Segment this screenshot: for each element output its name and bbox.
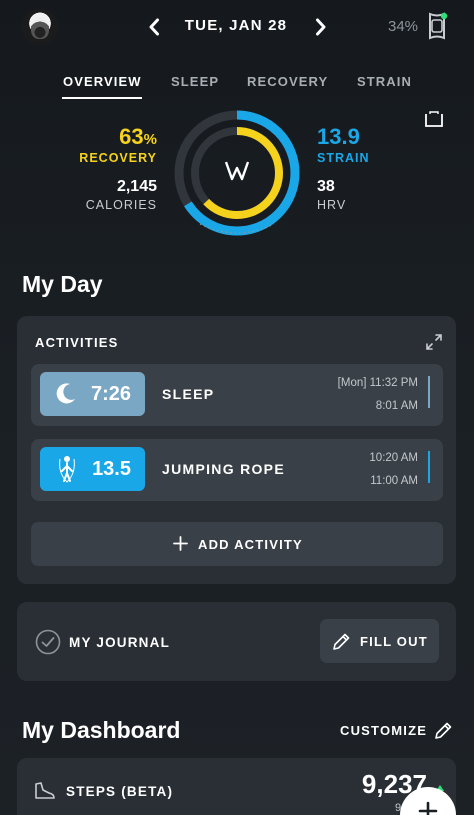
- tab-overview[interactable]: OVERVIEW: [63, 74, 142, 89]
- sleep-badge: 7:26: [40, 372, 145, 416]
- fill-out-label: FILL OUT: [360, 634, 428, 649]
- avatar[interactable]: [22, 9, 58, 45]
- tab-bar: OVERVIEW SLEEP RECOVERY STRAIN: [0, 74, 474, 98]
- plus-icon: [173, 536, 188, 551]
- activity-name: SLEEP: [162, 386, 215, 402]
- strain-badge: 13.5: [40, 447, 145, 491]
- strap-battery-icon[interactable]: [426, 11, 448, 41]
- activity-time-bar: [428, 451, 430, 483]
- recovery-label: RECOVERY: [79, 151, 157, 165]
- jump-rope-icon: [59, 456, 75, 483]
- activity-row-sleep[interactable]: 7:26 SLEEP [Mon] 11:32 PM 8:01 AM: [31, 364, 443, 426]
- activity-time-bar: [428, 376, 430, 408]
- activity-strain-value: 13.5: [92, 458, 131, 480]
- next-day-button[interactable]: [310, 14, 332, 40]
- avatar-face: [31, 17, 49, 39]
- chevron-right-icon: [316, 18, 326, 36]
- sleep-duration: 7:26: [90, 383, 131, 405]
- customize-button[interactable]: CUSTOMIZE: [340, 723, 427, 738]
- activity-start-time: 10:20 AM: [369, 452, 418, 464]
- strap-battery-percent: 34%: [388, 18, 419, 35]
- activities-label: ACTIVITIES: [35, 335, 119, 350]
- chevron-left-icon: [149, 18, 159, 36]
- strain-value[interactable]: 13.9: [317, 124, 360, 150]
- active-tab-indicator: [62, 97, 142, 99]
- activity-row-jumping-rope[interactable]: 13.5 JUMPING ROPE 10:20 AM 11:00 AM: [31, 439, 443, 501]
- recovery-number: 63: [119, 124, 144, 149]
- pencil-icon: [333, 633, 350, 650]
- hrv-label: HRV: [317, 198, 347, 212]
- fill-out-button[interactable]: FILL OUT: [320, 619, 439, 663]
- my-dashboard-title: My Dashboard: [22, 717, 181, 743]
- share-icon[interactable]: [424, 110, 444, 128]
- recovery-strain-rings[interactable]: [170, 106, 304, 240]
- add-activity-label: ADD ACTIVITY: [198, 537, 303, 552]
- shoe-icon: [35, 782, 55, 799]
- customize-pencil-icon[interactable]: [434, 721, 453, 740]
- journal-label: MY JOURNAL: [69, 635, 171, 650]
- current-date[interactable]: TUE, JAN 28: [160, 17, 312, 34]
- my-day-title: My Day: [22, 271, 103, 297]
- hrv-value: 38: [317, 178, 335, 195]
- activity-end-time: 8:01 AM: [375, 400, 418, 412]
- activity-end-time: 11:00 AM: [370, 475, 418, 487]
- steps-label: STEPS (BETA): [66, 784, 174, 799]
- recovery-unit: %: [143, 131, 157, 148]
- tab-strain[interactable]: STRAIN: [357, 74, 412, 89]
- moon-icon: [56, 383, 75, 404]
- expand-icon[interactable]: [425, 333, 443, 351]
- activity-start-time: [Mon] 11:32 PM: [337, 377, 418, 389]
- add-activity-button[interactable]: ADD ACTIVITY: [31, 522, 443, 566]
- calories-label: CALORIES: [85, 198, 157, 212]
- calories-value: 2,145: [116, 178, 157, 195]
- tab-sleep[interactable]: SLEEP: [171, 74, 219, 89]
- strain-label: STRAIN: [317, 151, 370, 165]
- tab-recovery[interactable]: RECOVERY: [247, 74, 328, 89]
- whoop-logo-icon: [224, 161, 250, 181]
- check-circle-icon: [35, 629, 61, 655]
- activity-name: JUMPING ROPE: [162, 461, 285, 477]
- plus-icon: [418, 801, 438, 815]
- recovery-value[interactable]: 63%: [119, 124, 157, 150]
